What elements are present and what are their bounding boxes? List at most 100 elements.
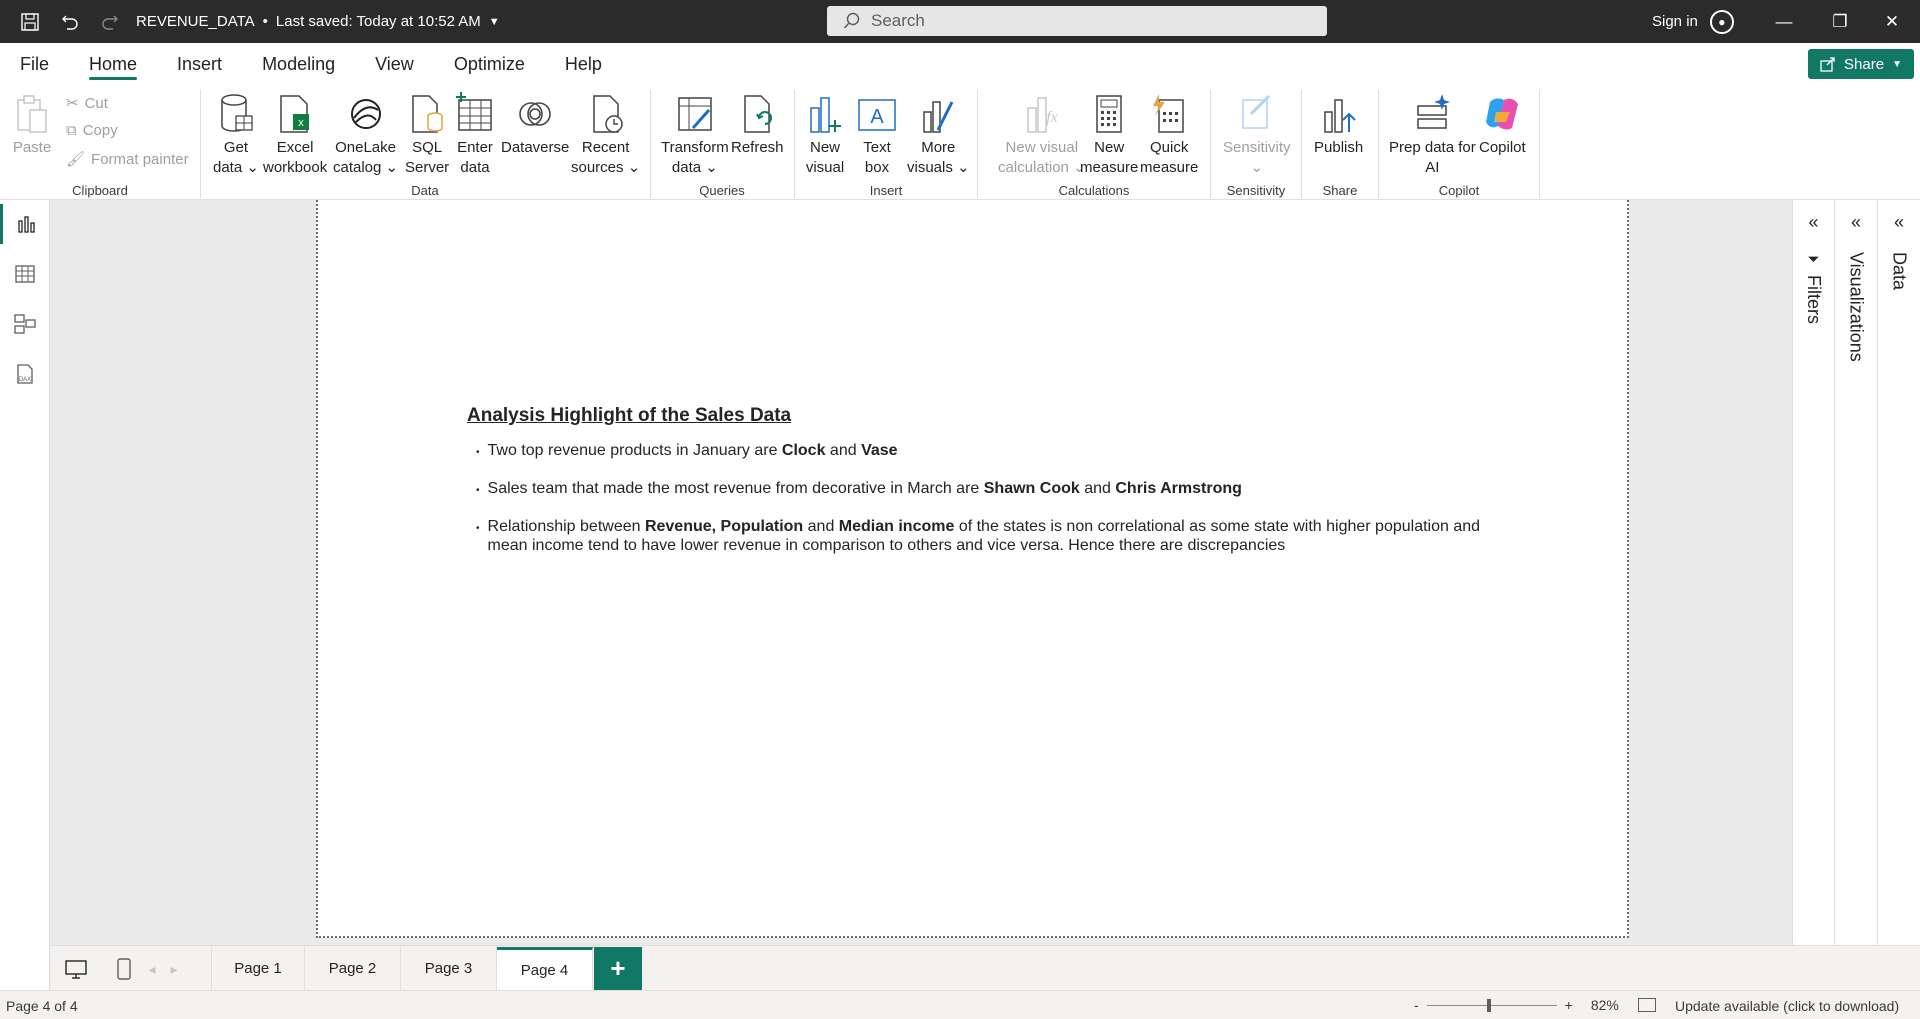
filters-label: Filters [1804,275,1824,324]
ribbon: Paste ✂ Cut ⧉ Copy 🖌 Format painter Clipboa… [0,86,1920,282]
transform-data-button[interactable]: Transform data ⌄ [661,86,729,178]
sensitivity-icon [1237,92,1277,136]
chevron-right-icon[interactable]: ▸ [159,956,189,982]
minimize-icon[interactable]: — [1756,0,1812,43]
sql-server-button[interactable]: SQL Server [405,86,449,178]
onelake-catalog-button[interactable]: OneLake catalog ⌄ [333,86,398,178]
text-box-icon: A [857,92,897,136]
share-icon [1820,57,1835,72]
enter-data-button[interactable]: Enter data [455,86,495,178]
redo-icon[interactable] [90,0,130,43]
sign-in[interactable]: Sign in ● [1652,0,1734,43]
zoom-out-button[interactable]: - [1414,997,1419,1013]
menu-bar: File Home Insert Modeling View Optimize … [0,43,1920,86]
svg-text:A: A [870,106,884,128]
zoom-in-button[interactable]: + [1565,997,1573,1013]
tab-optimize[interactable]: Optimize [434,43,545,86]
title-bar: REVENUE_DATA • Last saved: Today at 10:5… [0,0,1920,43]
search-box[interactable]: Search [827,6,1327,36]
quick-measure-button[interactable]: Quick measure [1140,86,1198,178]
report-view-icon[interactable] [0,204,50,244]
text-box-button[interactable]: A Text box [857,86,897,178]
restore-icon[interactable]: ❐ [1812,0,1868,43]
group-label: Clipboard [72,183,128,198]
tab-view[interactable]: View [355,43,434,86]
group-label: Sensitivity [1226,183,1286,198]
cut-button[interactable]: ✂ Cut [66,94,108,113]
dax-query-icon[interactable]: DAX [0,354,50,394]
share-button[interactable]: Share ▼ [1808,49,1914,79]
new-measure-button[interactable]: New measure [1080,86,1138,178]
refresh-button[interactable]: Refresh [731,86,784,158]
get-data-button[interactable]: Get data ⌄ [213,86,259,178]
expand-visualizations-icon[interactable]: « [1835,212,1877,233]
more-visuals-button[interactable]: More visuals ⌄ [907,86,970,178]
new-visual-calculation-button[interactable]: fx New visual calculation ⌄ [998,86,1086,178]
filters-pane[interactable]: « ⏷ Filters [1792,200,1834,945]
model-view-icon[interactable] [0,304,50,344]
group-data: Get data ⌄ x Excel workbook OneLake catalog… [201,86,649,200]
data-pane[interactable]: « Data [1877,200,1920,945]
refresh-icon [737,92,777,136]
tab-page-4[interactable]: Page 4 [497,947,593,990]
report-canvas: Analysis Highlight of the Sales Data • T… [51,200,1791,945]
group-label: Copilot [1438,183,1480,198]
group-calculations: fx New visual calculation ⌄ New measure Qu… [978,86,1210,200]
tab-modeling[interactable]: Modeling [242,43,355,86]
fit-to-page-icon[interactable] [1638,998,1656,1012]
update-available-link[interactable]: Update available (click to download) [1675,998,1899,1014]
group-label: Calculations [1058,183,1130,198]
dataverse-button[interactable]: Dataverse [501,86,569,158]
publish-button[interactable]: Publish [1314,86,1363,158]
zoom-slider-thumb[interactable] [1486,998,1491,1012]
expand-filters-icon[interactable]: « [1793,212,1834,233]
svg-text:x: x [298,117,304,129]
tab-home[interactable]: Home [69,43,157,86]
excel-workbook-button[interactable]: x Excel workbook [263,86,327,178]
tab-insert[interactable]: Insert [157,43,242,86]
chevron-down-icon[interactable]: ▼ [489,16,500,28]
tab-page-1[interactable]: Page 1 [211,947,305,990]
table-view-icon[interactable] [0,254,50,294]
calculator-icon [1089,92,1129,136]
database-icon [216,92,256,136]
search-icon [843,12,860,29]
zoom-level[interactable]: 82% [1591,997,1619,1013]
tab-help[interactable]: Help [545,43,622,86]
close-icon[interactable]: ✕ [1864,0,1920,43]
file-title[interactable]: REVENUE_DATA • Last saved: Today at 10:5… [136,13,500,30]
save-icon[interactable] [10,0,50,43]
chevron-down-icon: ▼ [1892,58,1902,70]
mobile-layout-icon[interactable] [109,956,139,982]
page-tabs-bar: ◂ ▸ Page 1 Page 2 Page 3 Page 4 + [51,945,1920,990]
expand-data-icon[interactable]: « [1878,212,1920,233]
sign-in-label: Sign in [1652,13,1698,30]
copilot-icon [1482,92,1522,136]
format-painter-button[interactable]: 🖌 Format painter [66,150,189,169]
group-sensitivity: Sensitivity ⌄ Sensitivity [1211,86,1301,200]
tab-file[interactable]: File [0,43,69,86]
copy-button[interactable]: ⧉ Copy [66,122,118,139]
sensitivity-button[interactable]: Sensitivity ⌄ [1223,86,1291,178]
transform-data-icon [675,92,715,136]
new-visual-icon [805,92,845,136]
add-page-button[interactable]: + [594,947,642,990]
text-box-visual[interactable]: Analysis Highlight of the Sales Data • T… [467,405,1517,572]
visual-calculation-icon: fx [1022,92,1062,136]
new-visual-button[interactable]: New visual [805,86,845,178]
report-page[interactable]: Analysis Highlight of the Sales Data • T… [316,200,1629,938]
tab-page-3[interactable]: Page 3 [401,947,497,990]
bullet-item: • Sales team that made the most revenue … [476,480,1242,497]
desktop-layout-icon[interactable] [61,956,91,982]
copilot-button[interactable]: Copilot [1479,86,1526,158]
prep-data-icon [1412,92,1452,136]
zoom-slider[interactable] [1426,998,1557,1012]
prep-data-for-ai-button[interactable]: Prep data for AI [1389,86,1476,178]
excel-icon: x [275,92,315,136]
tab-page-2[interactable]: Page 2 [305,947,401,990]
svg-text:DAX: DAX [19,377,31,383]
paste-button[interactable]: Paste [12,86,52,158]
undo-icon[interactable] [50,0,90,43]
visualizations-pane[interactable]: « Visualizations [1834,200,1877,945]
recent-sources-button[interactable]: Recent sources ⌄ [571,86,640,178]
